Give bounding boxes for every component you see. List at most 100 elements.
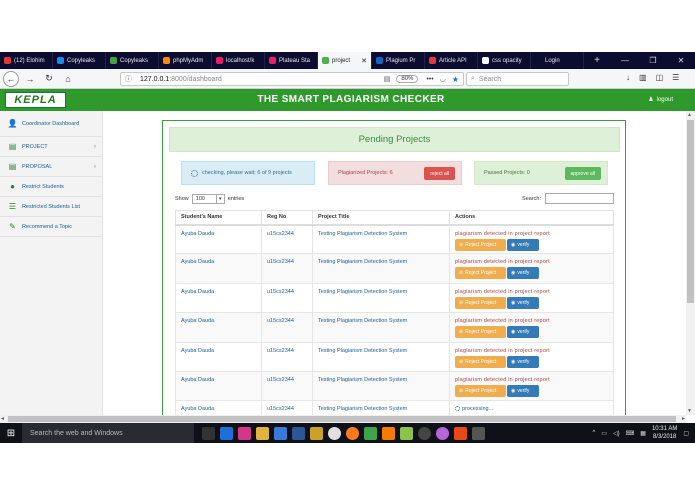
reject-project-button[interactable]: ⊘ Reject Project bbox=[455, 238, 506, 251]
horizontal-scroll-thumb[interactable] bbox=[8, 416, 676, 422]
app-icon[interactable] bbox=[310, 426, 323, 440]
app-icon[interactable] bbox=[436, 426, 449, 440]
close-window-icon[interactable]: ✕ bbox=[667, 52, 695, 69]
browser-search-field[interactable]: ⌕ Search bbox=[466, 72, 569, 86]
app-icon[interactable] bbox=[364, 426, 377, 440]
reload-icon[interactable]: ↻ bbox=[41, 71, 57, 87]
browser-tab[interactable]: Article API bbox=[425, 52, 478, 69]
forward-arrow-icon[interactable]: → bbox=[22, 71, 38, 87]
logout-link[interactable]: ♟ logout bbox=[648, 96, 673, 104]
task-view-icon[interactable] bbox=[202, 426, 215, 440]
sidebar-item[interactable]: ● Restrict Students bbox=[0, 177, 102, 197]
reject-project-button[interactable]: ⊘ Reject Project bbox=[455, 267, 506, 280]
entries-label: entries bbox=[227, 196, 245, 202]
projects-table: Student's Name Reg No Project Title Acti… bbox=[175, 210, 614, 416]
column-header[interactable]: Project Title bbox=[312, 210, 450, 226]
page-actions-icon[interactable]: ••• bbox=[426, 76, 433, 83]
library-icon[interactable]: ▥ bbox=[639, 73, 647, 82]
sidebar-item[interactable]: ▤ PROPOSAL ‹ bbox=[0, 157, 102, 177]
close-tab-icon[interactable]: ✕ bbox=[361, 57, 367, 65]
app-icon[interactable] bbox=[238, 426, 251, 440]
home-icon[interactable]: ⌂ bbox=[60, 71, 76, 87]
app-icon[interactable] bbox=[418, 426, 431, 440]
cell-title: Testing Plagiarism Detection System bbox=[312, 312, 450, 343]
scroll-down-icon[interactable]: ▼ bbox=[687, 408, 692, 414]
scroll-left-icon[interactable]: ◂ bbox=[1, 415, 4, 422]
kepla-logo[interactable]: KEPLA bbox=[5, 92, 66, 108]
browser-tab[interactable]: css opacity bbox=[478, 52, 531, 69]
reject-all-button[interactable]: reject all bbox=[424, 167, 455, 180]
column-header[interactable]: Actions bbox=[449, 210, 614, 226]
minimize-icon[interactable]: — bbox=[611, 52, 639, 69]
url-bar[interactable]: ⓘ 127.0.0.1 :8000/dashboard ▤ 80% ••• ◡ … bbox=[120, 72, 464, 86]
language-icon[interactable]: ⌨ bbox=[626, 430, 635, 437]
app-icon[interactable] bbox=[400, 426, 413, 440]
maximize-icon[interactable]: ❐ bbox=[639, 52, 667, 69]
volume-icon[interactable]: ◁) bbox=[613, 430, 620, 437]
column-header[interactable]: Student's Name bbox=[175, 210, 262, 226]
download-icon[interactable]: ↓ bbox=[626, 73, 630, 82]
table-search-control: Search: bbox=[522, 193, 614, 204]
browser-tab[interactable]: localhost/k bbox=[212, 52, 265, 69]
verify-button[interactable]: ◉ verify bbox=[507, 267, 539, 280]
chrome-icon[interactable] bbox=[328, 426, 341, 440]
vertical-scrollbar[interactable]: ▲ ▼ bbox=[686, 111, 695, 415]
verify-button[interactable]: ◉ verify bbox=[507, 296, 539, 309]
verify-button[interactable]: ◉ verify bbox=[507, 238, 539, 251]
table-search-input[interactable] bbox=[545, 193, 614, 204]
horizontal-scrollbar[interactable]: ◂ ▸ bbox=[0, 415, 686, 423]
network-icon[interactable]: ▭ bbox=[601, 430, 607, 437]
browser-tab[interactable]: Login bbox=[531, 52, 584, 69]
site-info-icon[interactable]: ⓘ bbox=[125, 74, 132, 84]
column-header[interactable]: Reg No bbox=[261, 210, 313, 226]
clock[interactable]: 10:31 AM 8/3/2018 bbox=[652, 425, 677, 441]
browser-tab[interactable]: (12) Elohim bbox=[0, 52, 53, 69]
windows-start-icon[interactable]: ⊞ bbox=[0, 423, 22, 443]
pocket-icon[interactable]: ◡ bbox=[440, 75, 446, 83]
menu-icon[interactable]: ☰ bbox=[672, 73, 679, 82]
bookmark-star-icon[interactable]: ★ bbox=[452, 75, 459, 84]
tray-chevron-icon[interactable]: ^ bbox=[593, 430, 596, 436]
store-icon[interactable] bbox=[274, 426, 287, 440]
sidebar-item[interactable]: 👤 Coordinator Dashboard bbox=[0, 111, 102, 137]
reader-view-icon[interactable]: ▤ bbox=[384, 75, 391, 83]
browser-tab[interactable]: Plagium Pr bbox=[372, 52, 425, 69]
sidebar-toggle-icon[interactable]: ◫ bbox=[656, 73, 664, 82]
scroll-right-icon[interactable]: ▸ bbox=[682, 415, 685, 422]
reject-project-button[interactable]: ⊘ Reject Project bbox=[455, 296, 506, 309]
taskbar-search[interactable]: Search the web and Windows bbox=[22, 423, 194, 443]
scroll-up-icon[interactable]: ▲ bbox=[687, 112, 692, 118]
back-arrow-icon[interactable]: ← bbox=[3, 70, 19, 87]
verify-button[interactable]: ◉ verify bbox=[507, 384, 539, 397]
browser-tab[interactable]: project ✕ bbox=[318, 52, 372, 69]
tab-favicon-icon bbox=[376, 57, 383, 64]
action-center-icon[interactable]: ▢ bbox=[683, 430, 689, 437]
verify-button[interactable]: ◉ verify bbox=[507, 326, 539, 339]
keyboard-icon[interactable]: ▦ bbox=[640, 430, 646, 437]
app-icon[interactable] bbox=[472, 426, 485, 440]
vertical-scroll-thumb[interactable] bbox=[687, 120, 694, 303]
status-text: processing... bbox=[462, 406, 494, 413]
reject-project-button[interactable]: ⊘ Reject Project bbox=[455, 384, 506, 397]
vlc-icon[interactable] bbox=[382, 426, 395, 440]
sidebar-item[interactable]: ✎ Recommend a Topic bbox=[0, 217, 102, 237]
reject-project-button[interactable]: ⊘ Reject Project bbox=[455, 355, 506, 368]
file-explorer-icon[interactable] bbox=[256, 426, 269, 440]
verify-button[interactable]: ◉ verify bbox=[507, 355, 539, 368]
edge-icon[interactable] bbox=[220, 426, 233, 440]
cell-name: Ayuba Dauda bbox=[175, 253, 262, 284]
browser-tab[interactable]: Copyleaks bbox=[53, 52, 106, 69]
browser-tab[interactable]: phpMyAdm bbox=[159, 52, 212, 69]
sidebar-item[interactable]: ▤ PROJECT ‹ bbox=[0, 137, 102, 157]
app-icon[interactable] bbox=[454, 426, 467, 440]
word-icon[interactable] bbox=[292, 426, 305, 440]
browser-tab[interactable]: Plateau Sta bbox=[265, 52, 318, 69]
reject-project-button[interactable]: ⊘ Reject Project bbox=[455, 326, 506, 339]
new-tab-button[interactable]: + bbox=[584, 52, 610, 69]
approve-all-button[interactable]: approve all bbox=[564, 167, 601, 180]
firefox-icon[interactable] bbox=[346, 426, 359, 440]
browser-tab[interactable]: Copyleaks bbox=[106, 52, 159, 69]
sidebar-item[interactable]: ☰ Restricted Students List bbox=[0, 197, 102, 217]
zoom-level[interactable]: 80% bbox=[396, 75, 419, 83]
entries-select[interactable]: 100 ▾ bbox=[191, 194, 225, 204]
